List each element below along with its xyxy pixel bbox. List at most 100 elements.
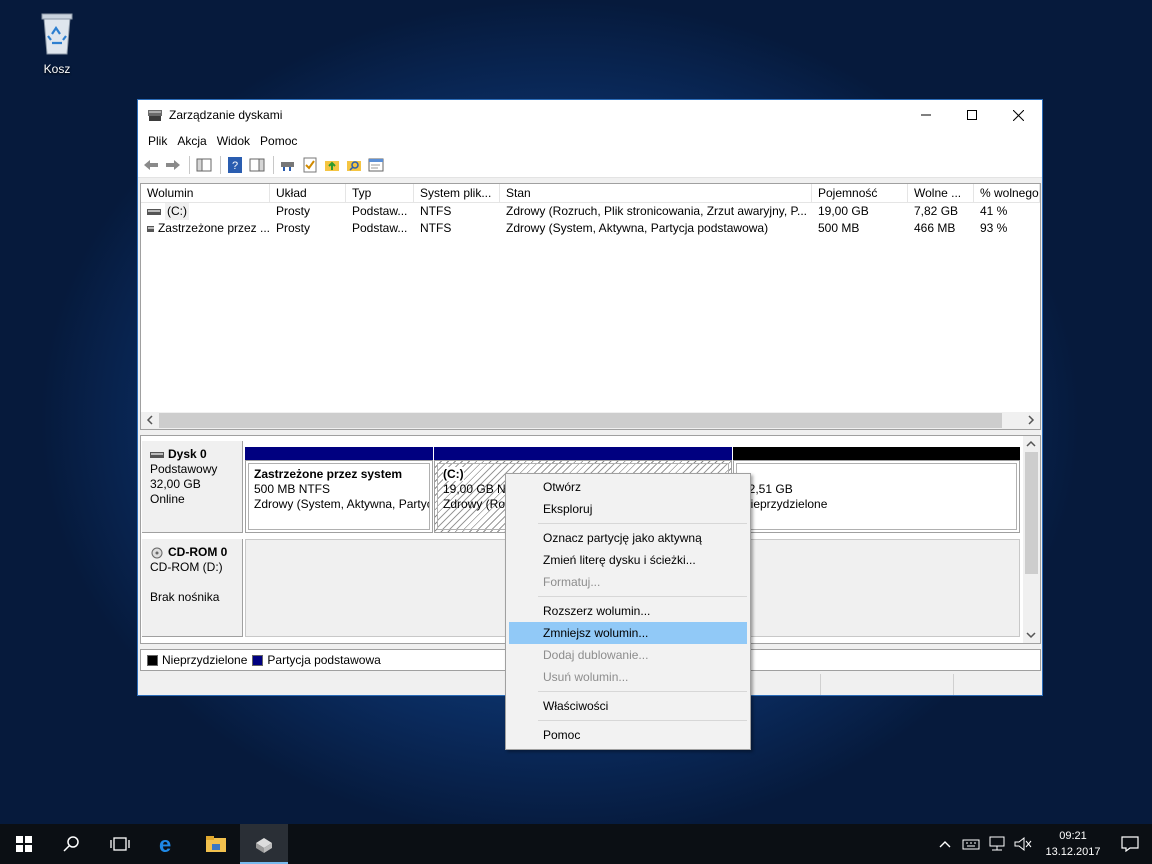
volume-percent-free: 41 % — [980, 204, 1008, 218]
menu-item-format: Formatuj... — [543, 575, 601, 589]
maximize-icon — [967, 110, 977, 120]
menu-item-extend-volume[interactable]: Rozszerz wolumin... — [509, 600, 747, 622]
column-header-status[interactable]: Stan — [500, 184, 812, 202]
unallocated-swatch — [147, 654, 158, 666]
menu-item-delete-volume: Usuń wolumin... — [543, 670, 629, 684]
notification-icon — [1121, 836, 1139, 852]
cdrom0-name: CD-ROM 0 — [168, 545, 228, 559]
chevron-right-icon[interactable] — [1026, 415, 1036, 425]
table-row[interactable]: (C:) Prosty Podstaw... NTFS Zdrowy (Rozr… — [141, 203, 1040, 220]
properties-toolbar-button[interactable] — [367, 156, 385, 174]
table-row[interactable]: Zastrzeżone przez ... Prosty Podstaw... … — [141, 220, 1040, 237]
cdrom0-info[interactable]: CD-ROM 0 CD-ROM (D:) Brak nośnika — [142, 539, 243, 637]
search-button[interactable] — [48, 824, 96, 864]
arrow-left-icon — [144, 159, 158, 170]
recycle-bin-shortcut[interactable]: Kosz — [22, 6, 92, 76]
task-view-button[interactable] — [96, 824, 144, 864]
edge-button[interactable]: e — [144, 824, 192, 864]
clock[interactable]: 09:21 13.12.2017 — [1038, 828, 1108, 860]
minimize-icon — [921, 114, 931, 116]
menu-file[interactable]: Plik — [143, 134, 172, 148]
menu-help[interactable]: Pomoc — [255, 134, 302, 148]
volume-filesystem: NTFS — [420, 221, 452, 235]
unallocated-size: 12,51 GB — [742, 482, 793, 496]
system-tray: 09:21 13.12.2017 — [938, 824, 1152, 864]
volume-muted-icon[interactable] — [1014, 836, 1032, 852]
vertical-scrollbar[interactable] — [1023, 436, 1040, 643]
horizontal-scrollbar[interactable] — [141, 412, 1040, 429]
chevron-left-icon[interactable] — [145, 415, 155, 425]
forward-button[interactable] — [164, 156, 182, 174]
properties-window-icon — [368, 158, 384, 171]
menu-item-shrink-volume[interactable]: Zmniejsz wolumin... — [509, 622, 747, 644]
title-bar[interactable]: Zarządzanie dyskami — [138, 100, 1042, 130]
chevron-down-icon[interactable] — [1026, 630, 1036, 640]
partition-size: 500 MB NTFS — [254, 482, 331, 496]
vertical-scroll-thumb[interactable] — [1025, 452, 1038, 574]
edge-icon: e — [159, 833, 171, 855]
volume-free: 466 MB — [914, 221, 956, 235]
checklist-button[interactable] — [301, 156, 319, 174]
windows-logo-icon — [16, 836, 32, 852]
disk0-info[interactable]: Dysk 0 Podstawowy 32,00 GB Online — [142, 441, 243, 533]
column-header-capacity[interactable]: Pojemność — [812, 184, 908, 202]
menu-item-help[interactable]: Pomoc — [509, 724, 747, 746]
minimize-button[interactable] — [903, 100, 949, 130]
column-header-type[interactable]: Typ — [346, 184, 414, 202]
chevron-up-icon[interactable] — [1026, 439, 1036, 449]
unallocated-space[interactable]: 12,51 GB Nieprzydzielone — [733, 447, 1020, 533]
column-header-filesystem[interactable]: System plik... — [414, 184, 500, 202]
menu-bar: Plik Akcja Widok Pomoc — [138, 130, 1042, 152]
menu-item-add-mirror: Dodaj dublowanie... — [543, 648, 649, 662]
file-explorer-button[interactable] — [192, 824, 240, 864]
disk-management-taskbar-button[interactable] — [240, 824, 288, 864]
menu-item-change-drive-letter[interactable]: Zmień literę dysku i ścieżki... — [509, 549, 747, 571]
chevron-up-icon[interactable] — [938, 839, 952, 849]
menu-item-mark-active[interactable]: Oznacz partycję jako aktywną — [509, 527, 747, 549]
column-header-volume[interactable]: Wolumin — [141, 184, 270, 202]
legend-unallocated: Nieprzydzielone — [162, 653, 248, 667]
help-button[interactable]: ? — [226, 156, 244, 174]
menu-item-open[interactable]: Otwórz — [509, 476, 747, 498]
partition-state: Zdrowy (System, Aktywna, Partycja podsta… — [254, 497, 429, 511]
maximize-button[interactable] — [949, 100, 995, 130]
unallocated-state: Nieprzydzielone — [742, 497, 828, 511]
menu-action[interactable]: Akcja — [172, 134, 211, 148]
column-header-layout[interactable]: Układ — [270, 184, 346, 202]
status-pane — [821, 674, 954, 695]
connect-button[interactable] — [279, 156, 297, 174]
svg-text:?: ? — [232, 160, 238, 172]
folder-up-button[interactable] — [323, 156, 341, 174]
console-tree-button[interactable] — [195, 156, 213, 174]
help-book-icon: ? — [228, 156, 242, 173]
volume-type: Podstaw... — [352, 204, 408, 218]
action-center-button[interactable] — [1108, 824, 1152, 864]
disk-management-icon — [148, 110, 162, 121]
back-button[interactable] — [142, 156, 160, 174]
volume-layout: Prosty — [276, 221, 311, 235]
cd-rom-icon — [151, 547, 163, 558]
action-pane-button[interactable] — [248, 156, 266, 174]
menu-view[interactable]: Widok — [212, 134, 255, 148]
connect-drive-icon — [281, 161, 294, 171]
column-header-free[interactable]: Wolne ... — [908, 184, 974, 202]
menu-separator — [538, 720, 747, 721]
menu-item-properties[interactable]: Właściwości — [509, 695, 747, 717]
column-header-percent-free[interactable]: % wolnego — [974, 184, 1040, 202]
svg-text:e: e — [159, 833, 171, 855]
partition-system-reserved[interactable]: Zastrzeżone przez system 500 MB NTFS Zdr… — [245, 447, 433, 533]
disk0-type: Podstawowy — [150, 462, 218, 476]
volume-percent-free: 93 % — [980, 221, 1008, 235]
network-icon[interactable] — [988, 836, 1006, 852]
keyboard-icon[interactable] — [962, 837, 980, 851]
window-title: Zarządzanie dyskami — [169, 108, 283, 122]
primary-partition-bar — [434, 447, 732, 460]
menu-item-explore[interactable]: Eksploruj — [509, 498, 747, 520]
cdrom0-drive: CD-ROM (D:) — [150, 560, 223, 574]
close-button[interactable] — [995, 100, 1041, 130]
close-icon — [1012, 109, 1024, 121]
start-button[interactable] — [0, 824, 48, 864]
horizontal-scroll-thumb[interactable] — [159, 413, 1002, 428]
toolbar-separator — [273, 155, 274, 174]
search-folder-button[interactable] — [345, 156, 363, 174]
